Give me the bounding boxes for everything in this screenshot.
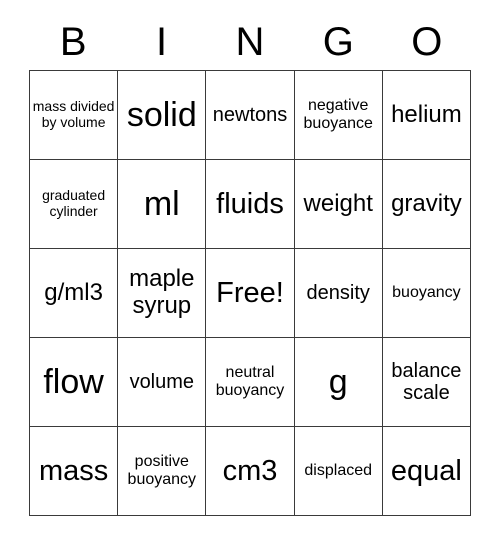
bingo-cell-label: g/ml3 xyxy=(44,278,103,306)
bingo-cell[interactable]: g/ml3 xyxy=(30,249,119,338)
bingo-cell[interactable]: gravity xyxy=(382,160,472,249)
bingo-header-letter-i: I xyxy=(156,20,168,64)
bingo-cell-label: displaced xyxy=(304,462,373,480)
bingo-cell[interactable]: mass xyxy=(30,427,119,516)
bingo-cell[interactable]: neutral buoyancy xyxy=(206,338,295,427)
bingo-header-letter-n: N xyxy=(235,20,265,64)
bingo-grid: mass divided by volume solid newtons neg… xyxy=(29,70,472,516)
bingo-row: mass divided by volume solid newtons neg… xyxy=(30,71,472,160)
bingo-cell[interactable]: equal xyxy=(382,427,472,516)
bingo-cell[interactable]: volume xyxy=(118,338,207,427)
bingo-cell-label: maple syrup xyxy=(129,265,195,319)
bingo-cell-label: equal xyxy=(390,454,462,487)
bingo-cell[interactable]: ml xyxy=(118,160,207,249)
bingo-header-row: B I N G O xyxy=(29,14,471,70)
bingo-row: flow volume neutral buoyancy g balance s… xyxy=(30,338,472,427)
bingo-header-letter-g: G xyxy=(322,20,354,64)
bingo-row: g/ml3 maple syrup Free! density buoyancy xyxy=(30,249,472,338)
bingo-cell[interactable]: weight xyxy=(294,160,383,249)
bingo-cell[interactable]: flow xyxy=(30,338,119,427)
bingo-cell[interactable]: buoyancy xyxy=(382,249,472,338)
bingo-cell-label: helium xyxy=(391,100,462,128)
bingo-cell-label: positive buoyancy xyxy=(127,453,197,488)
bingo-cell-free[interactable]: Free! xyxy=(206,249,295,338)
bingo-cell[interactable]: g xyxy=(294,338,383,427)
bingo-row: graduated cylinder ml fluids weight grav… xyxy=(30,160,472,249)
bingo-cell-label: neutral buoyancy xyxy=(215,364,285,399)
bingo-cell-label: weight xyxy=(303,189,373,217)
bingo-cell-label: gravity xyxy=(391,189,462,217)
bingo-cell-label: graduated cylinder xyxy=(42,187,106,219)
bingo-cell[interactable]: density xyxy=(294,249,383,338)
bingo-cell-label: mass xyxy=(38,454,109,487)
bingo-cell[interactable]: mass divided by volume xyxy=(30,71,119,160)
bingo-cell-label: flow xyxy=(43,362,104,401)
bingo-cell-label: mass divided by volume xyxy=(32,98,115,130)
bingo-cell-label: newtons xyxy=(212,103,288,126)
bingo-cell[interactable]: maple syrup xyxy=(118,249,207,338)
bingo-cell-label: negative buoyance xyxy=(303,97,373,132)
bingo-cell[interactable]: newtons xyxy=(206,71,295,160)
bingo-cell-label: ml xyxy=(143,184,180,223)
bingo-cell[interactable]: fluids xyxy=(206,160,295,249)
bingo-cell[interactable]: cm3 xyxy=(206,427,295,516)
bingo-cell-label: volume xyxy=(129,370,195,393)
bingo-cell[interactable]: displaced xyxy=(294,427,383,516)
bingo-cell[interactable]: balance scale xyxy=(382,338,472,427)
bingo-row: mass positive buoyancy cm3 displaced equ… xyxy=(30,427,472,516)
bingo-cell-label: fluids xyxy=(216,187,284,220)
bingo-cell[interactable]: solid xyxy=(118,71,207,160)
bingo-cell[interactable]: helium xyxy=(382,71,472,160)
bingo-header-letter-o: O xyxy=(411,20,443,64)
bingo-cell[interactable]: graduated cylinder xyxy=(30,160,119,249)
bingo-cell-label: cm3 xyxy=(222,454,278,487)
bingo-cell-label: Free! xyxy=(216,276,284,309)
bingo-cell-label: balance scale xyxy=(391,359,462,404)
bingo-cell-label: buoyancy xyxy=(392,284,461,302)
bingo-cell[interactable]: positive buoyancy xyxy=(118,427,207,516)
bingo-cell-label: g xyxy=(328,362,348,401)
bingo-cell[interactable]: negative buoyance xyxy=(294,71,383,160)
bingo-cell-label: density xyxy=(306,281,370,304)
bingo-card: B I N G O mass divided by volume solid n… xyxy=(29,14,472,516)
bingo-cell-label: solid xyxy=(126,95,197,134)
bingo-header-letter-b: B xyxy=(59,20,87,64)
